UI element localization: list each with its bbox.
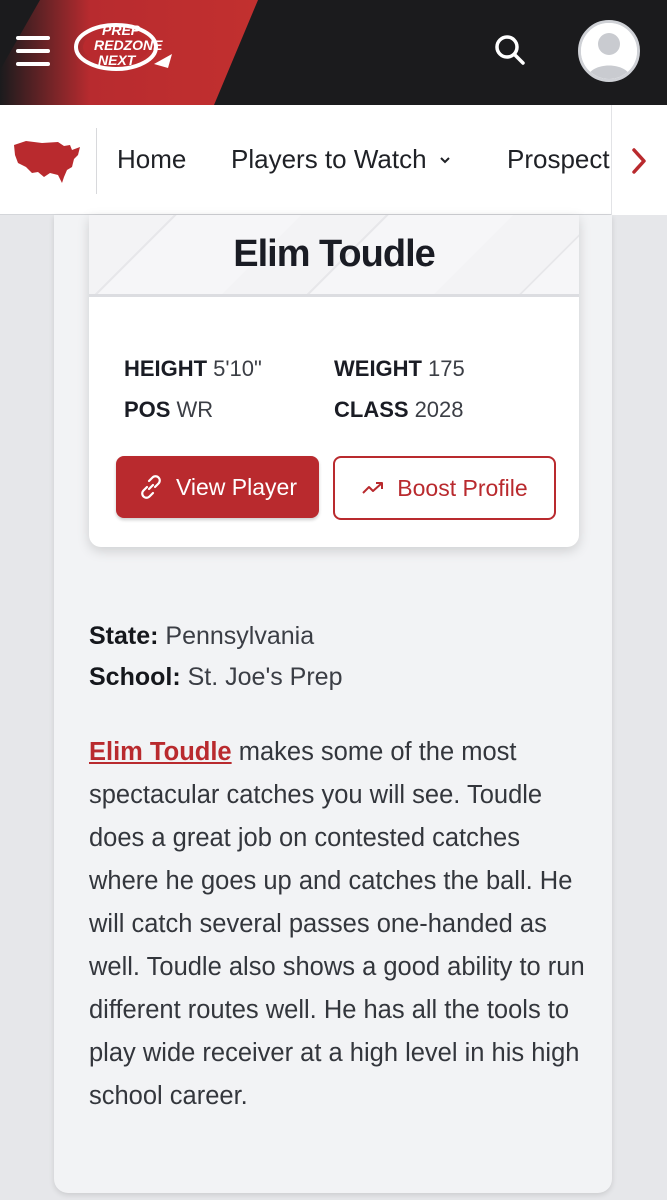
school-value: St. Joe's Prep [187, 663, 343, 691]
stat-height: HEIGHT 5'10" [124, 356, 262, 382]
chevron-right-icon [632, 148, 646, 174]
stat-weight: WEIGHT 175 [334, 356, 465, 382]
nav-item-label: Players to Watch [231, 144, 427, 174]
bio-text: makes some of the most spectacular catch… [89, 738, 585, 1110]
player-bio: Elim Toudle makes some of the most spect… [89, 731, 589, 1118]
nav-item-players-to-watch[interactable]: Players to Watch [231, 144, 451, 175]
stat-value: WR [176, 397, 214, 422]
trending-up-icon [362, 482, 384, 494]
top-header: PREP REDZONE NEXT [0, 0, 667, 105]
boost-profile-button[interactable]: Boost Profile [333, 456, 556, 520]
nav-item-prospects[interactable]: Prospect [507, 144, 611, 175]
school-label: School: [89, 663, 181, 691]
stat-label: CLASS [334, 397, 409, 422]
nav-item-label: Prospect [507, 144, 610, 174]
state-value: Pennsylvania [165, 622, 315, 650]
stat-label: POS [124, 397, 171, 422]
view-player-button[interactable]: View Player [116, 456, 319, 518]
stat-label: WEIGHT [334, 356, 422, 381]
state-label: State: [89, 622, 159, 650]
player-card-header: Elim Toudle [89, 215, 579, 297]
state-line: State: Pennsylvania [89, 622, 314, 651]
link-icon [141, 475, 161, 499]
usa-map-icon[interactable] [12, 137, 84, 185]
search-icon[interactable] [493, 33, 527, 67]
stat-value: 175 [428, 356, 465, 381]
nav-item-label: Home [117, 144, 187, 174]
stat-label: HEIGHT [124, 356, 208, 381]
player-name: Elim Toudle [233, 233, 436, 275]
view-player-label: View Player [175, 473, 298, 500]
nav-divider [96, 128, 97, 194]
stat-class: CLASS 2028 [334, 397, 464, 423]
school-line: School: St. Joe's Prep [89, 663, 342, 692]
stat-position: POS WR [124, 397, 213, 423]
nav-scroll-right-button[interactable] [611, 105, 667, 215]
player-name-link[interactable]: Elim Toudle [89, 738, 232, 766]
prep-redzone-next-logo[interactable]: PREP REDZONE NEXT [72, 20, 188, 82]
stat-value: 2028 [414, 397, 464, 422]
user-avatar-icon[interactable] [578, 20, 640, 82]
stat-value: 5'10" [213, 356, 262, 381]
chevron-down-icon [439, 152, 451, 170]
boost-profile-label: Boost Profile [397, 474, 528, 501]
hamburger-menu-icon[interactable] [16, 36, 50, 66]
nav-item-home[interactable]: Home [117, 144, 186, 175]
logo-wordmark: PREP REDZONE NEXT [94, 22, 163, 68]
